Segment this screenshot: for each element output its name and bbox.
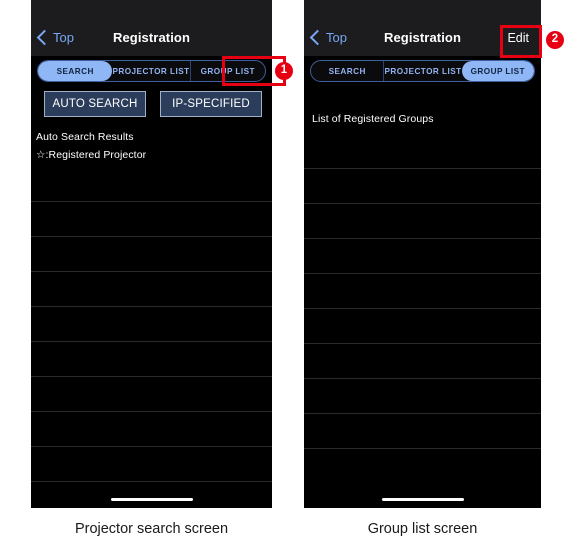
auto-search-button[interactable]: AUTO SEARCH [44, 91, 146, 117]
caption-left: Projector search screen [74, 521, 229, 537]
list-separator [31, 236, 272, 237]
list-separator [304, 273, 541, 274]
home-indicator-left [110, 498, 193, 501]
list-separator [31, 481, 272, 482]
registered-groups-label: List of Registered Groups [312, 113, 434, 125]
list-separator [304, 378, 541, 379]
list-separator [304, 413, 541, 414]
callout-badge-2: 2 [546, 31, 564, 49]
list-separator [304, 168, 541, 169]
segmented-control-right[interactable]: SEARCH PROJECTOR LIST GROUP LIST [310, 60, 535, 82]
list-separator [31, 201, 272, 202]
callout-badge-1: 1 [275, 62, 293, 80]
registered-projector-legend: ☆:Registered Projector [36, 149, 147, 161]
segment-projector-list-left[interactable]: PROJECTOR LIST [112, 61, 189, 81]
home-indicator-right [381, 498, 464, 501]
list-separator [304, 238, 541, 239]
segment-group-list-right[interactable]: GROUP LIST [461, 61, 534, 81]
list-separator [31, 376, 272, 377]
callout-highlight-edit [500, 25, 542, 58]
segment-search-left[interactable]: SEARCH [38, 61, 113, 81]
segment-projector-list-right[interactable]: PROJECTOR LIST [383, 61, 461, 81]
list-separator [304, 448, 541, 449]
list-separator [304, 308, 541, 309]
list-separator [304, 343, 541, 344]
list-separator [31, 446, 272, 447]
list-separator [31, 341, 272, 342]
navigation-bar-left: Top Registration [31, 0, 272, 56]
auto-search-results-label: Auto Search Results [36, 131, 134, 143]
caption-right: Group list screen [367, 521, 478, 537]
list-separator [31, 306, 272, 307]
list-separator [304, 203, 541, 204]
list-separator [31, 411, 272, 412]
list-separator [31, 271, 272, 272]
action-button-row-left: AUTO SEARCH IP-SPECIFIED [44, 91, 262, 117]
segment-search-right[interactable]: SEARCH [311, 61, 383, 81]
group-list-screen: Top Registration Edit SEARCH PROJECTOR L… [304, 0, 541, 508]
ip-specified-button[interactable]: IP-SPECIFIED [160, 91, 262, 117]
page-title-left: Registration [112, 30, 191, 45]
